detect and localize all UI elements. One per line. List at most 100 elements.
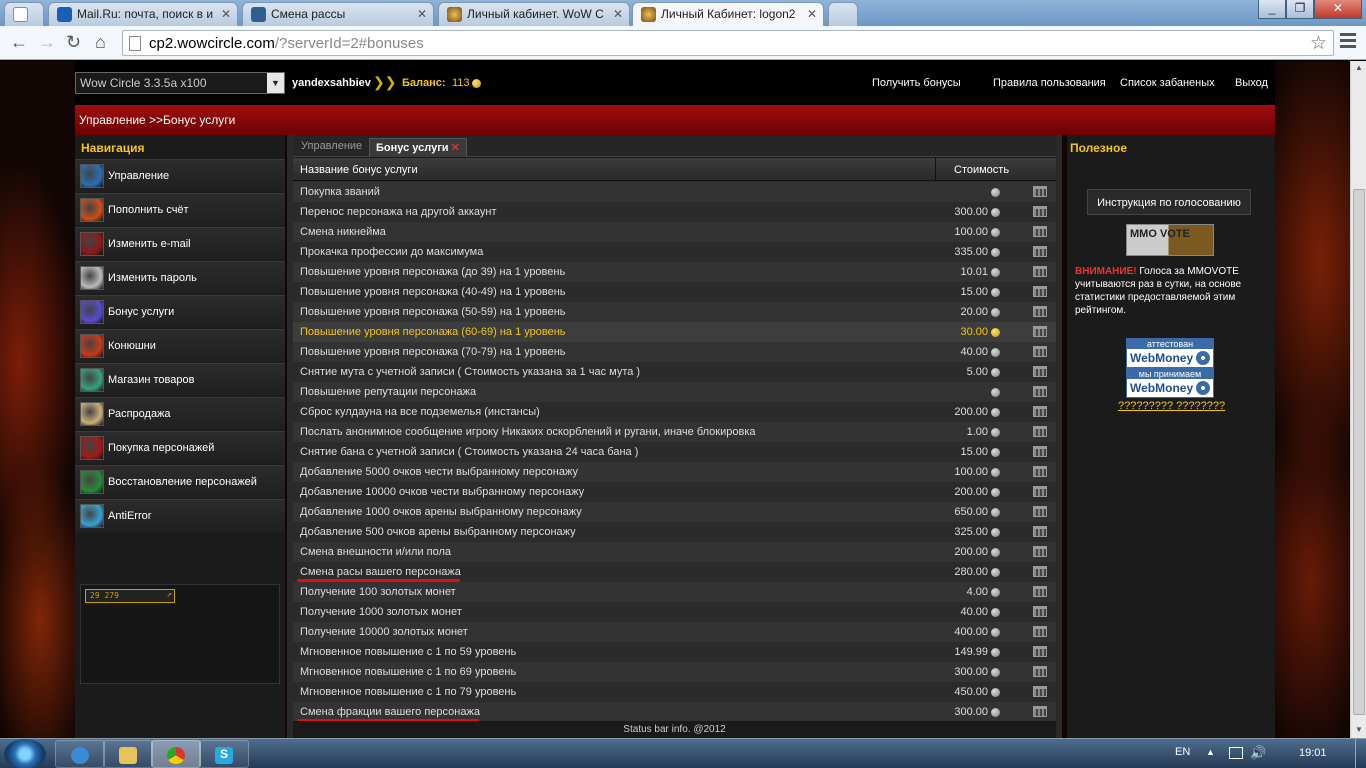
table-row[interactable]: Снятие бана с учетной записи ( Стоимость… xyxy=(293,442,1056,462)
basket-icon[interactable] xyxy=(1033,526,1047,537)
sidebar-item[interactable]: Магазин товаров xyxy=(75,363,285,396)
basket-icon[interactable] xyxy=(1033,406,1047,417)
minimize-icon[interactable]: _ xyxy=(1258,0,1286,19)
clock[interactable]: 19:01 xyxy=(1299,747,1327,759)
table-row[interactable]: Перенос персонажа на другой аккаунт 300.0… xyxy=(293,202,1056,222)
sidebar-item[interactable]: Конюшни xyxy=(75,329,285,362)
basket-icon[interactable] xyxy=(1033,506,1047,517)
table-row[interactable]: Получение 100 золотых монет 4.00 xyxy=(293,582,1056,602)
table-row[interactable]: Добавление 500 очков арены выбранному пе… xyxy=(293,522,1056,542)
table-row[interactable]: Повышение репутации персонажа xyxy=(293,382,1056,402)
visit-counter[interactable]: 29 279 ↗ xyxy=(85,589,175,603)
basket-icon[interactable] xyxy=(1033,366,1047,377)
close-tab-icon[interactable]: ✕ xyxy=(451,142,460,154)
basket-icon[interactable] xyxy=(1033,706,1047,717)
basket-icon[interactable] xyxy=(1033,586,1047,597)
table-row[interactable]: Мгновенное повышение с 1 по 79 уровень 45… xyxy=(293,682,1056,702)
basket-icon[interactable] xyxy=(1033,566,1047,577)
scroll-up-icon[interactable]: ▲ xyxy=(1355,63,1363,72)
sidebar-item[interactable]: Бонус услуги xyxy=(75,295,285,328)
sidebar-item[interactable]: Управление xyxy=(75,159,285,192)
basket-icon[interactable] xyxy=(1033,266,1047,277)
volume-icon[interactable]: 🔊 xyxy=(1250,745,1266,761)
taskbar-explorer[interactable] xyxy=(103,740,153,768)
table-row[interactable]: Получение 1000 золотых монет 40.00 xyxy=(293,602,1056,622)
browser-tab-1[interactable]: Mail.Ru: почта, поиск в и ✕ xyxy=(48,2,238,26)
show-desktop-button[interactable] xyxy=(1355,739,1366,768)
basket-icon[interactable] xyxy=(1033,426,1047,437)
start-button[interactable] xyxy=(4,739,46,768)
table-row[interactable]: Получение 10000 золотых монет 400.00 xyxy=(293,622,1056,642)
taskbar-chrome[interactable] xyxy=(151,740,201,768)
basket-icon[interactable] xyxy=(1033,226,1047,237)
get-bonuses-link[interactable]: Получить бонусы xyxy=(872,77,961,89)
forward-icon[interactable]: → xyxy=(38,33,56,51)
close-tab-icon[interactable]: ✕ xyxy=(807,7,817,21)
basket-icon[interactable] xyxy=(1033,446,1047,457)
browser-tab-3[interactable]: Личный кабинет. WoW С ✕ xyxy=(438,2,630,26)
table-row[interactable]: Повышение уровня персонажа (60-69) на 1 … xyxy=(293,322,1056,342)
webmoney-attested-badge[interactable]: аттестован WebMoney xyxy=(1126,338,1214,368)
scroll-down-icon[interactable]: ▼ xyxy=(1355,725,1363,734)
basket-icon[interactable] xyxy=(1033,686,1047,697)
table-row[interactable]: Добавление 5000 очков чести выбранному п… xyxy=(293,462,1056,482)
sidebar-item[interactable]: Пополнить счёт xyxy=(75,193,285,226)
page-scrollbar[interactable]: ▲ ▼ xyxy=(1350,61,1366,738)
banned-list-link[interactable]: Список забаненых xyxy=(1120,77,1215,89)
basket-icon[interactable] xyxy=(1033,626,1047,637)
table-row[interactable]: Добавление 1000 очков арены выбранному п… xyxy=(293,502,1056,522)
sidebar-item[interactable]: Изменить e-mail xyxy=(75,227,285,260)
tab-bonus[interactable]: Бонус услуги ✕ xyxy=(369,138,467,157)
network-icon[interactable] xyxy=(1229,747,1243,759)
sidebar-item[interactable]: Покупка персонажей xyxy=(75,431,285,464)
menu-icon[interactable] xyxy=(1340,33,1356,49)
basket-icon[interactable] xyxy=(1033,546,1047,557)
column-header-cost[interactable]: Стоимость xyxy=(935,158,1055,181)
chevron-down-icon[interactable]: ▼ xyxy=(267,73,284,93)
webmoney-link[interactable]: ????????? ???????? xyxy=(1118,400,1225,412)
table-row[interactable]: Сброс кулдауна на все подземелья (инстан… xyxy=(293,402,1056,422)
table-row[interactable]: Покупка званий xyxy=(293,182,1056,202)
home-icon[interactable]: ⌂ xyxy=(95,33,106,51)
language-indicator[interactable]: EN xyxy=(1175,746,1190,758)
scrollbar-thumb[interactable] xyxy=(1353,189,1365,715)
browser-tab-2[interactable]: Смена рассы ✕ xyxy=(242,2,434,26)
basket-icon[interactable] xyxy=(1033,466,1047,477)
table-row[interactable]: Смена внешности и/или пола 200.00 xyxy=(293,542,1056,562)
basket-icon[interactable] xyxy=(1033,646,1047,657)
tray-expand-icon[interactable]: ▲ xyxy=(1206,747,1215,757)
sidebar-item[interactable]: Изменить пароль xyxy=(75,261,285,294)
table-row[interactable]: Мгновенное повышение с 1 по 69 уровень 30… xyxy=(293,662,1056,682)
basket-icon[interactable] xyxy=(1033,326,1047,337)
basket-icon[interactable] xyxy=(1033,346,1047,357)
bookmark-star-icon[interactable]: ☆ xyxy=(1310,32,1327,55)
table-row[interactable]: Добавление 10000 очков чести выбранному … xyxy=(293,482,1056,502)
column-header-name[interactable]: Название бонус услуги xyxy=(300,164,418,176)
sidebar-item[interactable]: Восстановление персонажей xyxy=(75,465,285,498)
close-window-icon[interactable]: ✕ xyxy=(1314,0,1362,19)
table-row[interactable]: Повышение уровня персонажа (до 39) на 1 … xyxy=(293,262,1056,282)
table-row[interactable]: Мгновенное повышение с 1 по 59 уровень 14… xyxy=(293,642,1056,662)
taskbar-ie[interactable] xyxy=(55,740,105,768)
basket-icon[interactable] xyxy=(1033,486,1047,497)
table-row[interactable]: Снятие мута с учетной записи ( Стоимость… xyxy=(293,362,1056,382)
webmoney-accept-badge[interactable]: мы принимаем WebMoney xyxy=(1126,368,1214,398)
table-row[interactable]: Послать анонимное сообщение игроку Никак… xyxy=(293,422,1056,442)
basket-icon[interactable] xyxy=(1033,666,1047,677)
basket-icon[interactable] xyxy=(1033,386,1047,397)
basket-icon[interactable] xyxy=(1033,206,1047,217)
collapse-right-handle[interactable] xyxy=(1056,135,1062,738)
basket-icon[interactable] xyxy=(1033,286,1047,297)
rules-link[interactable]: Правила пользования xyxy=(993,77,1106,89)
logout-link[interactable]: Выход xyxy=(1235,77,1268,89)
basket-icon[interactable] xyxy=(1033,306,1047,317)
mmovote-banner[interactable]: MMO VOTE xyxy=(1126,224,1214,256)
sidebar-item[interactable]: Распродажа xyxy=(75,397,285,430)
basket-icon[interactable] xyxy=(1033,246,1047,257)
reload-icon[interactable]: ↻ xyxy=(66,33,81,51)
tab-manage[interactable]: Управление xyxy=(295,138,368,157)
basket-icon[interactable] xyxy=(1033,606,1047,617)
table-row[interactable]: Повышение уровня персонажа (70-79) на 1 … xyxy=(293,342,1056,362)
basket-icon[interactable] xyxy=(1033,186,1047,197)
close-tab-icon[interactable]: ✕ xyxy=(221,7,231,21)
